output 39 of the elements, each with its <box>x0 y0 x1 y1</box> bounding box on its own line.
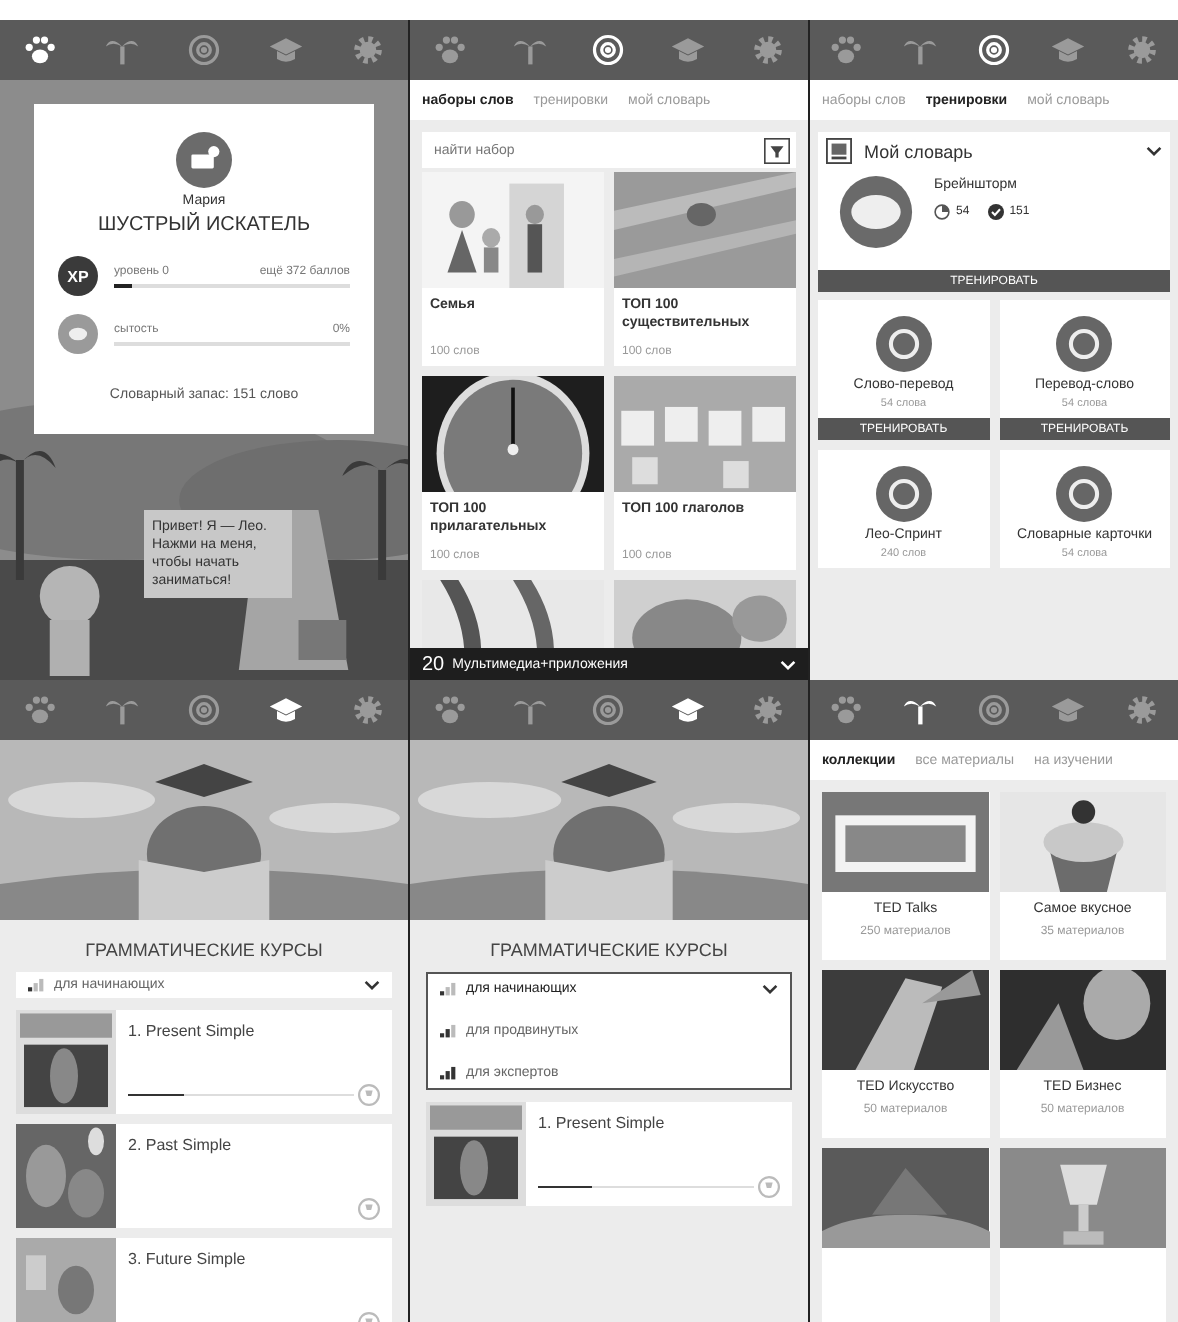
paw-icon[interactable] <box>22 32 59 68</box>
pie-chart-icon <box>934 204 950 220</box>
settings-icon[interactable] <box>750 32 787 68</box>
signal-bars-icon <box>440 982 456 996</box>
chevron-icon <box>780 659 796 669</box>
lesson-card[interactable]: 1. Present Simple <box>16 1010 392 1114</box>
settings-icon[interactable] <box>750 692 787 728</box>
settings-icon[interactable] <box>1123 692 1160 728</box>
circle-icon <box>1056 466 1113 522</box>
chevron-icon <box>1146 146 1162 156</box>
chevron-icon <box>762 984 778 994</box>
avatar-icon <box>176 132 232 188</box>
rank-title: ШУСТРЫЙ ИСКАТЕЛЬ <box>97 214 311 236</box>
settings-icon[interactable] <box>349 692 386 728</box>
lesson-card[interactable]: 3. Future Simple <box>16 1238 392 1322</box>
signal-bars-icon <box>440 1066 456 1080</box>
circle-icon <box>875 466 932 522</box>
lesson-title: 3. Future Simple <box>128 1250 248 1268</box>
signal-bars-icon <box>28 978 44 992</box>
lesson-title: 1. Present Simple <box>128 1022 257 1040</box>
lesson-card[interactable]: 1. Present Simple <box>426 1102 792 1206</box>
filter-icon[interactable] <box>764 137 790 163</box>
check-icon <box>987 204 1004 220</box>
lesson-title: 1. Present Simple <box>538 1114 667 1132</box>
circle-icon <box>1056 316 1113 372</box>
lesson-title: 2. Past Simple <box>128 1136 234 1154</box>
section-title: ГРАММАТИЧЕСКИЕ КУРСЫ <box>488 940 730 960</box>
trophy-icon <box>758 1176 780 1198</box>
settings-icon[interactable] <box>1123 32 1160 68</box>
dictionary-select[interactable]: Мой словарь <box>818 132 1170 170</box>
lesson-card[interactable]: 2. Past Simple <box>16 1124 392 1228</box>
circle-icon <box>875 316 932 372</box>
section-title: ГРАММАТИЧЕСКИЕ КУРСЫ <box>83 940 325 960</box>
xp-badge: XP <box>58 256 98 296</box>
trophy-icon <box>358 1084 380 1106</box>
settings-icon[interactable] <box>349 32 386 68</box>
chevron-icon <box>364 980 380 990</box>
trophy-icon <box>358 1198 380 1220</box>
signal-bars-icon <box>440 1024 456 1038</box>
